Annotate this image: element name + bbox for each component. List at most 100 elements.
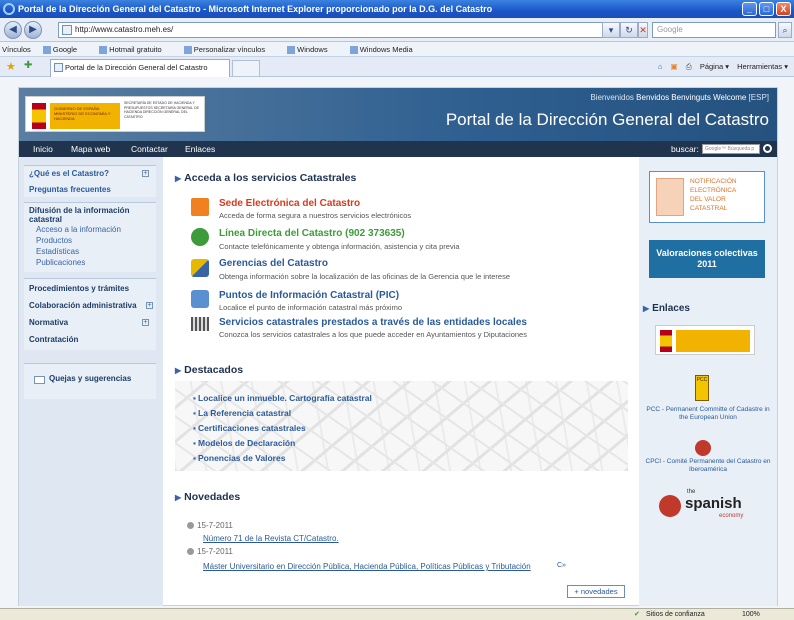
page-menu[interactable]: Página ▾ bbox=[700, 62, 729, 71]
destacado-localice[interactable]: ▪ Localice un inmueble. Cartografía catas… bbox=[193, 393, 372, 403]
sidebar-item-procedimientos[interactable]: Procedimientos y trámites bbox=[29, 284, 129, 293]
nav-inicio[interactable]: Inicio bbox=[33, 141, 53, 157]
pcc-logo[interactable]: PCC bbox=[695, 375, 709, 401]
valoraciones-banner[interactable]: Valoraciones colectivas 2011 bbox=[649, 240, 765, 278]
lang-others[interactable]: Benvidos Benvinguts Welcome bbox=[636, 93, 746, 102]
destacado-modelos[interactable]: ▪ Modelos de Declaración bbox=[193, 438, 295, 448]
pcc-link[interactable]: PCC - Permanent Committe of Cadastre in … bbox=[643, 406, 773, 422]
service-linea-directa[interactable]: Línea Directa del Catastro (902 373635) bbox=[219, 228, 405, 239]
site-search-input[interactable]: Google™ Búsqueda p bbox=[702, 144, 760, 154]
back-button[interactable]: ◀ bbox=[4, 21, 22, 39]
sidebar-item-estadisticas[interactable]: Estadísticas bbox=[36, 247, 79, 256]
sidebar-item-productos[interactable]: Productos bbox=[36, 236, 72, 245]
browser-search-input[interactable]: Google bbox=[652, 22, 776, 38]
sidebar-item-colaboracion[interactable]: Colaboración administrativa bbox=[29, 301, 137, 310]
spanish-economy-logo[interactable]: the spanish economy bbox=[659, 489, 759, 523]
nav-contactar[interactable]: Contactar bbox=[131, 141, 168, 157]
zoom-level[interactable]: 100% bbox=[742, 609, 760, 620]
destacado-certificaciones[interactable]: ▪ Certificaciones catastrales bbox=[193, 423, 306, 433]
destacado-referencia[interactable]: ▪ La Referencia catastral bbox=[193, 408, 291, 418]
gobierno-link[interactable] bbox=[655, 325, 755, 355]
window-titlebar: Portal de la Dirección General del Catas… bbox=[0, 0, 794, 18]
right-sidebar: NOTIFICACIÓN ELECTRÓNICA DEL VALOR CATAS… bbox=[639, 157, 777, 606]
service-gerencias[interactable]: Gerencias del Catastro bbox=[219, 258, 328, 269]
search-icon[interactable]: ⌕ bbox=[778, 22, 792, 38]
home-icon[interactable]: ⌂ bbox=[658, 62, 663, 71]
clock-icon bbox=[187, 548, 194, 556]
nav-mapa-web[interactable]: Mapa web bbox=[71, 141, 110, 157]
url-field[interactable]: http://www.catastro.meh.es/ bbox=[58, 22, 618, 38]
service-sede-electronica[interactable]: Sede Electrónica del Catastro bbox=[219, 198, 360, 209]
close-button[interactable]: X bbox=[776, 2, 791, 16]
window-title: Portal de la Dirección General del Catas… bbox=[18, 4, 493, 14]
go-dropdown-button[interactable]: ▾ bbox=[602, 22, 620, 38]
notificacion-banner[interactable]: NOTIFICACIÓN ELECTRÓNICA DEL VALOR CATAS… bbox=[649, 171, 765, 223]
spain-flag-icon bbox=[32, 103, 46, 129]
nav-enlaces[interactable]: Enlaces bbox=[185, 141, 215, 157]
maximize-button[interactable]: □ bbox=[759, 2, 774, 16]
novedad-date: 15-7-2011 bbox=[187, 521, 233, 530]
sidebar-item-difusion[interactable]: Difusión de la información catastral bbox=[29, 206, 149, 224]
site-header: GOBIERNO DE ESPAÑA MINISTERIO DE ECONOMÍ… bbox=[19, 88, 777, 141]
page-icon bbox=[54, 63, 63, 72]
government-logo[interactable]: GOBIERNO DE ESPAÑA MINISTERIO DE ECONOMÍ… bbox=[25, 96, 205, 132]
service-entidades-locales[interactable]: Servicios catastrales prestados a través… bbox=[219, 317, 527, 328]
novedades-section-title: ▶ Novedades bbox=[175, 491, 241, 503]
trust-zone: Sitios de confianza bbox=[646, 611, 705, 618]
expand-icon[interactable]: + bbox=[142, 170, 149, 177]
check-icon: ✔ bbox=[634, 611, 640, 618]
novedad-link[interactable]: Número 71 de la Revista CT/Catastro. bbox=[203, 534, 339, 543]
notif-line: ELECTRÓNICA bbox=[690, 187, 737, 194]
service-pic-desc: Localice el punto de información catastr… bbox=[219, 303, 403, 312]
notif-line: DEL VALOR bbox=[690, 196, 726, 203]
sidebar-item-preguntas[interactable]: Preguntas frecuentes bbox=[29, 185, 111, 194]
links-bar: Vínculos Google Hotmail gratuito Persona… bbox=[0, 42, 794, 57]
link-windows[interactable]: Windows bbox=[287, 45, 337, 55]
notif-line: NOTIFICACIÓN bbox=[690, 178, 737, 185]
print-icon[interactable]: ⎙ bbox=[686, 62, 692, 71]
sidebar-group-quejas: Quejas y sugerencias bbox=[24, 363, 156, 399]
page-icon bbox=[183, 46, 192, 55]
sidebar-item-quejas[interactable]: Quejas y sugerencias bbox=[49, 374, 131, 383]
sidebar-item-que-es[interactable]: ¿Qué es el Catastro? bbox=[29, 169, 109, 178]
feeds-icon[interactable]: ▣ bbox=[671, 62, 678, 71]
destacados-section-title: ▶ Destacados bbox=[175, 364, 244, 376]
minimize-button[interactable]: _ bbox=[742, 2, 757, 16]
enlaces-section-title: ▶ Enlaces bbox=[643, 303, 690, 314]
sidebar-item-normativa[interactable]: Normativa bbox=[29, 318, 68, 327]
cpci-logo[interactable] bbox=[695, 440, 711, 456]
sidebar-item-contratacion[interactable]: Contratación bbox=[29, 335, 78, 344]
more-novedades-button[interactable]: + novedades bbox=[567, 585, 625, 598]
tools-menu[interactable]: Herramientas ▾ bbox=[737, 62, 788, 71]
destacado-ponencias[interactable]: ▪ Ponencias de Valores bbox=[193, 453, 285, 463]
building-icon bbox=[191, 317, 209, 331]
expand-icon[interactable]: + bbox=[146, 302, 153, 309]
envelope-icon bbox=[34, 376, 45, 384]
favorites-star-icon[interactable]: ★ bbox=[6, 60, 16, 73]
link-windows-media[interactable]: Windows Media bbox=[349, 45, 423, 55]
link-hotmail[interactable]: Hotmail gratuito bbox=[99, 45, 172, 55]
sidebar-item-acceso[interactable]: Acceso a la información bbox=[36, 225, 121, 234]
document-icon bbox=[656, 178, 684, 216]
forward-button[interactable]: ▶ bbox=[24, 21, 42, 39]
stop-button[interactable]: ✕ bbox=[638, 22, 648, 38]
service-sede-desc: Acceda de forma segura a nuestros servic… bbox=[219, 211, 412, 220]
new-tab-button[interactable] bbox=[232, 60, 260, 76]
novedad-link[interactable]: Máster Universitario en Dirección Públic… bbox=[203, 562, 531, 571]
refresh-button[interactable]: ↻ bbox=[620, 22, 638, 38]
add-favorites-icon[interactable]: ✚ bbox=[24, 60, 32, 71]
service-pic[interactable]: Puntos de Información Catastral (PIC) bbox=[219, 290, 399, 301]
expand-icon[interactable]: + bbox=[142, 319, 149, 326]
sidebar-item-publicaciones[interactable]: Publicaciones bbox=[36, 258, 85, 267]
tab-catastro[interactable]: Portal de la Dirección General del Catas… bbox=[50, 59, 230, 77]
sidebar-group-procedimientos: Procedimientos y trámites Colaboración a… bbox=[24, 278, 156, 350]
lang-es[interactable]: Bienvenidos bbox=[590, 93, 634, 102]
link-personalizar[interactable]: Personalizar vínculos bbox=[183, 45, 275, 55]
search-icon[interactable] bbox=[763, 144, 772, 153]
cpci-link[interactable]: CPCI - Comité Permanente del Catastro en… bbox=[643, 458, 773, 474]
left-sidebar: ¿Qué es el Catastro? + Preguntas frecuen… bbox=[19, 157, 163, 606]
sede-electronica-icon bbox=[191, 198, 209, 216]
link-google[interactable]: Google bbox=[42, 45, 87, 55]
search-label: buscar: bbox=[671, 144, 699, 154]
catastro-site: GOBIERNO DE ESPAÑA MINISTERIO DE ECONOMÍ… bbox=[18, 87, 778, 606]
